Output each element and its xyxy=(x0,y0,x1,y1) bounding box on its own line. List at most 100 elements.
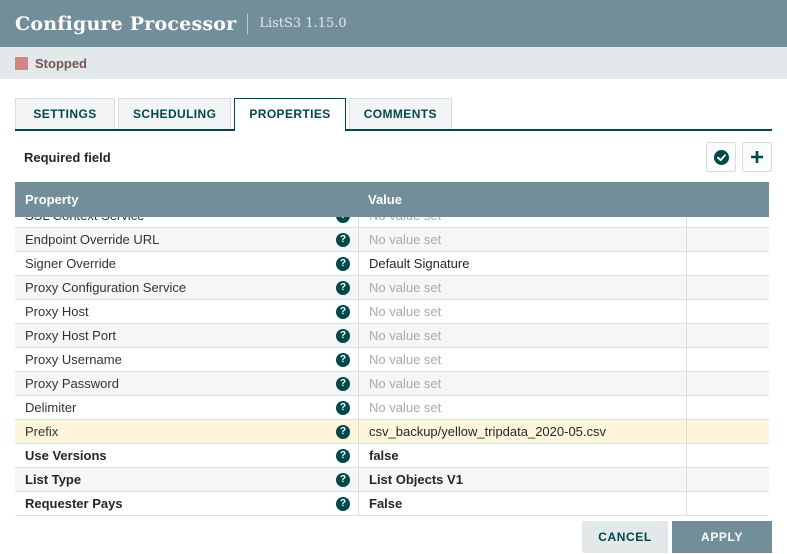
tab-comments[interactable]: COMMENTS xyxy=(349,98,452,129)
value-cell[interactable]: false xyxy=(358,444,686,467)
property-value: No value set xyxy=(369,280,441,295)
help-icon[interactable]: ? xyxy=(336,473,350,487)
table-row[interactable]: Delimiter ? No value set xyxy=(15,396,769,420)
table-row[interactable]: List Type ? List Objects V1 xyxy=(15,468,769,492)
help-icon[interactable]: ? xyxy=(336,401,350,415)
value-cell[interactable]: No value set xyxy=(358,228,686,251)
help-icon[interactable]: ? xyxy=(336,425,350,439)
cancel-button[interactable]: CANCEL xyxy=(582,521,668,553)
value-cell[interactable]: No value set xyxy=(358,372,686,395)
property-name: Proxy Host xyxy=(25,304,89,319)
property-name: Requester Pays xyxy=(25,496,123,511)
stopped-icon xyxy=(15,57,28,70)
table-body[interactable]: SSL Context Service ? No value set Endpo… xyxy=(15,217,769,516)
value-cell[interactable]: No value set xyxy=(358,348,686,371)
extra-cell xyxy=(686,372,769,395)
property-cell: Proxy Host Port ? xyxy=(15,324,358,347)
property-name: Signer Override xyxy=(25,256,116,271)
table-row[interactable]: Proxy Host ? No value set xyxy=(15,300,769,324)
property-name: Use Versions xyxy=(25,448,107,463)
property-value: Default Signature xyxy=(369,256,469,271)
table-row[interactable]: Use Versions ? false xyxy=(15,444,769,468)
extra-cell xyxy=(686,348,769,371)
extra-cell xyxy=(686,492,769,515)
table-row[interactable]: Proxy Configuration Service ? No value s… xyxy=(15,276,769,300)
extra-cell xyxy=(686,217,769,227)
table-row[interactable]: Proxy Password ? No value set xyxy=(15,372,769,396)
table-header: Property Value xyxy=(15,182,769,217)
property-cell: List Type ? xyxy=(15,468,358,491)
property-name: SSL Context Service xyxy=(25,217,144,223)
property-cell: Proxy Configuration Service ? xyxy=(15,276,358,299)
value-cell[interactable]: No value set xyxy=(358,276,686,299)
property-cell: Signer Override ? xyxy=(15,252,358,275)
value-cell[interactable]: False xyxy=(358,492,686,515)
help-icon[interactable]: ? xyxy=(336,497,350,511)
plus-icon xyxy=(749,149,765,165)
help-icon[interactable]: ? xyxy=(336,257,350,271)
value-cell[interactable]: Default Signature xyxy=(358,252,686,275)
table-row[interactable]: Proxy Host Port ? No value set xyxy=(15,324,769,348)
properties-table: Property Value SSL Context Service ? No … xyxy=(15,182,769,516)
help-icon[interactable]: ? xyxy=(336,353,350,367)
help-icon[interactable]: ? xyxy=(336,217,350,223)
property-cell: Proxy Host ? xyxy=(15,300,358,323)
property-value: csv_backup/yellow_tripdata_2020-05.csv xyxy=(369,424,606,439)
property-cell: Requester Pays ? xyxy=(15,492,358,515)
help-icon[interactable]: ? xyxy=(336,329,350,343)
help-icon[interactable]: ? xyxy=(336,233,350,247)
property-name: Prefix xyxy=(25,424,58,439)
tab-settings[interactable]: SETTINGS xyxy=(15,98,115,129)
extra-cell xyxy=(686,252,769,275)
extra-cell xyxy=(686,396,769,419)
extra-cell xyxy=(686,420,769,443)
tab-bar: SETTINGSSCHEDULINGPROPERTIESCOMMENTS xyxy=(15,98,772,131)
table-row[interactable]: Endpoint Override URL ? No value set xyxy=(15,228,769,252)
property-name: Proxy Configuration Service xyxy=(25,280,186,295)
column-header-property: Property xyxy=(15,192,358,207)
table-row[interactable]: Requester Pays ? False xyxy=(15,492,769,516)
value-cell[interactable]: No value set xyxy=(358,300,686,323)
property-cell: Proxy Username ? xyxy=(15,348,358,371)
extra-cell xyxy=(686,324,769,347)
value-cell[interactable]: csv_backup/yellow_tripdata_2020-05.csv xyxy=(358,420,686,443)
property-name: List Type xyxy=(25,472,81,487)
property-value: No value set xyxy=(369,217,441,223)
help-icon[interactable]: ? xyxy=(336,305,350,319)
value-cell[interactable]: No value set xyxy=(358,324,686,347)
title-divider xyxy=(247,14,248,34)
value-cell[interactable]: No value set xyxy=(358,396,686,419)
property-cell: Proxy Password ? xyxy=(15,372,358,395)
value-cell[interactable]: List Objects V1 xyxy=(358,468,686,491)
help-icon[interactable]: ? xyxy=(336,281,350,295)
table-row[interactable]: Proxy Username ? No value set xyxy=(15,348,769,372)
table-row[interactable]: Signer Override ? Default Signature xyxy=(15,252,769,276)
property-value: No value set xyxy=(369,352,441,367)
property-cell: Prefix ? xyxy=(15,420,358,443)
property-value: No value set xyxy=(369,376,441,391)
processor-name-version: ListS3 1.15.0 xyxy=(259,16,346,31)
table-row[interactable]: Prefix ? csv_backup/yellow_tripdata_2020… xyxy=(15,420,769,444)
extra-cell xyxy=(686,228,769,251)
table-row[interactable]: SSL Context Service ? No value set xyxy=(15,217,769,228)
property-cell: Endpoint Override URL ? xyxy=(15,228,358,251)
value-cell[interactable]: No value set xyxy=(358,217,686,227)
extra-cell xyxy=(686,276,769,299)
help-icon[interactable]: ? xyxy=(336,449,350,463)
property-value: No value set xyxy=(369,328,441,343)
tab-scheduling[interactable]: SCHEDULING xyxy=(118,98,231,129)
tab-properties[interactable]: PROPERTIES xyxy=(234,98,345,131)
property-value: false xyxy=(369,448,399,463)
add-property-button[interactable] xyxy=(742,142,772,172)
dialog-footer: CANCEL APPLY xyxy=(582,521,772,553)
property-name: Endpoint Override URL xyxy=(25,232,159,247)
tabs-container: SETTINGSSCHEDULINGPROPERTIESCOMMENTS xyxy=(0,79,787,131)
verify-properties-button[interactable] xyxy=(706,142,736,172)
circle-check-icon xyxy=(713,149,730,166)
extra-cell xyxy=(686,444,769,467)
dialog-title: Configure Processor xyxy=(15,13,236,35)
status-label: Stopped xyxy=(35,56,87,71)
apply-button[interactable]: APPLY xyxy=(672,521,772,553)
property-value: No value set xyxy=(369,304,441,319)
help-icon[interactable]: ? xyxy=(336,377,350,391)
